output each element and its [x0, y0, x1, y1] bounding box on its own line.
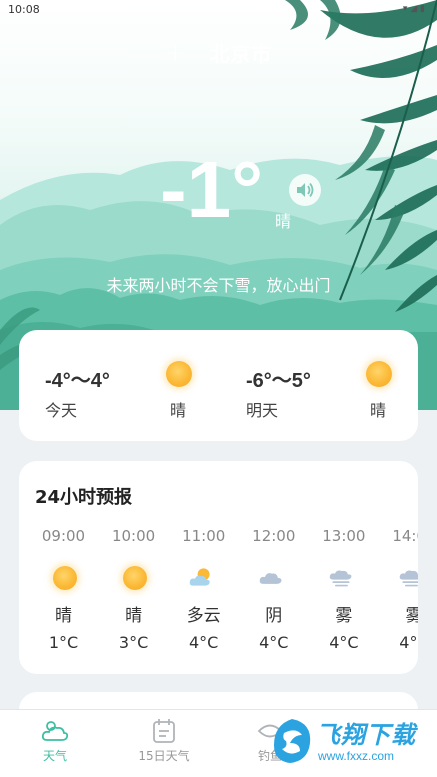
- daily-summary-card[interactable]: -4°～4° 今天 晴 -6°～5° 明天 晴: [19, 330, 418, 441]
- hourly-list[interactable]: 09:00 晴 1°C 10:00 晴 3°C 11:00 多云 4°C 12:…: [31, 527, 418, 657]
- tab-weather[interactable]: 天气: [15, 718, 95, 764]
- hour-temp: 4°C: [329, 633, 359, 652]
- hourly-title: 24小时预报: [35, 487, 133, 508]
- hour-time: 11:00: [182, 527, 226, 545]
- hour-temp: 4°C: [259, 633, 289, 652]
- site-watermark: 飞翔下载 www.fxxz.com: [270, 715, 430, 770]
- fog-icon: [400, 570, 418, 587]
- watermark-text: 飞翔下载: [316, 721, 416, 749]
- city-name[interactable]: 北京市: [209, 42, 272, 66]
- today-condition: 晴: [170, 401, 187, 420]
- hour-time: 12:00: [252, 527, 296, 545]
- status-time: 10:08: [8, 3, 40, 16]
- status-icons: ▾ ◢ ▮: [402, 4, 425, 14]
- tomorrow-label: 明天: [246, 401, 279, 420]
- hour-item: 09:00 晴 1°C: [31, 527, 96, 657]
- hour-time: 09:00: [41, 527, 86, 545]
- hourly-forecast-card[interactable]: 24小时预报 09:00 晴 1°C 10:00 晴 3°C 11:00 多云 …: [19, 461, 418, 674]
- hour-condition: 阴: [265, 606, 283, 626]
- watermark-url: www.fxxz.com: [318, 749, 395, 763]
- tomorrow-condition: 晴: [370, 401, 387, 420]
- hour-item: 13:00 雾 4°C: [311, 527, 376, 657]
- weather-cloud-icon: [41, 721, 69, 741]
- tab-15-day[interactable]: 15日天气: [124, 718, 204, 764]
- today-temp-range: -4°～4°: [45, 370, 110, 392]
- hour-item: 11:00 多云 4°C: [171, 527, 236, 657]
- hour-temp: 3°C: [118, 633, 149, 652]
- add-city-icon[interactable]: +: [165, 40, 187, 66]
- partly-cloudy-icon: [189, 568, 210, 586]
- hour-temp: 1°C: [48, 633, 79, 652]
- hour-temp: 4°C: [189, 633, 219, 652]
- fog-icon: [330, 570, 352, 587]
- current-temperature: -1°: [160, 145, 264, 234]
- sun-icon: [166, 361, 192, 387]
- tab-label: 15日天气: [138, 749, 190, 763]
- cloud-icon: [259, 573, 282, 584]
- tomorrow-temp-range: -6°～5°: [246, 370, 311, 392]
- hour-item: 12:00 阴 4°C: [241, 527, 306, 657]
- hour-time: 10:00: [111, 527, 156, 545]
- hour-temp: 4°C: [399, 633, 418, 652]
- hour-condition: 晴: [55, 606, 72, 626]
- current-condition: 晴: [275, 212, 292, 231]
- hour-time: 14:00: [392, 527, 418, 545]
- tab-label: 天气: [42, 749, 67, 763]
- hour-item: 14:00 雾 4°C: [381, 527, 418, 657]
- hour-item: 10:00 晴 3°C: [101, 527, 166, 657]
- hour-time: 13:00: [322, 527, 366, 545]
- watermark-logo-icon: [274, 719, 311, 763]
- sun-icon: [53, 566, 77, 590]
- weather-tip: 未来两小时不会下雪，放心出门: [106, 276, 331, 295]
- city-header: + 北京市: [0, 38, 437, 67]
- hour-condition: 多云: [186, 606, 221, 626]
- today-label: 今天: [45, 401, 78, 420]
- hour-condition: 雾: [335, 606, 353, 626]
- sun-icon: [123, 566, 148, 590]
- speaker-button[interactable]: [289, 174, 321, 206]
- hour-condition: 雾: [405, 606, 418, 626]
- sun-icon: [366, 361, 392, 387]
- speaker-icon: [297, 182, 314, 198]
- calendar-icon: [153, 719, 175, 743]
- hour-condition: 晴: [125, 606, 143, 626]
